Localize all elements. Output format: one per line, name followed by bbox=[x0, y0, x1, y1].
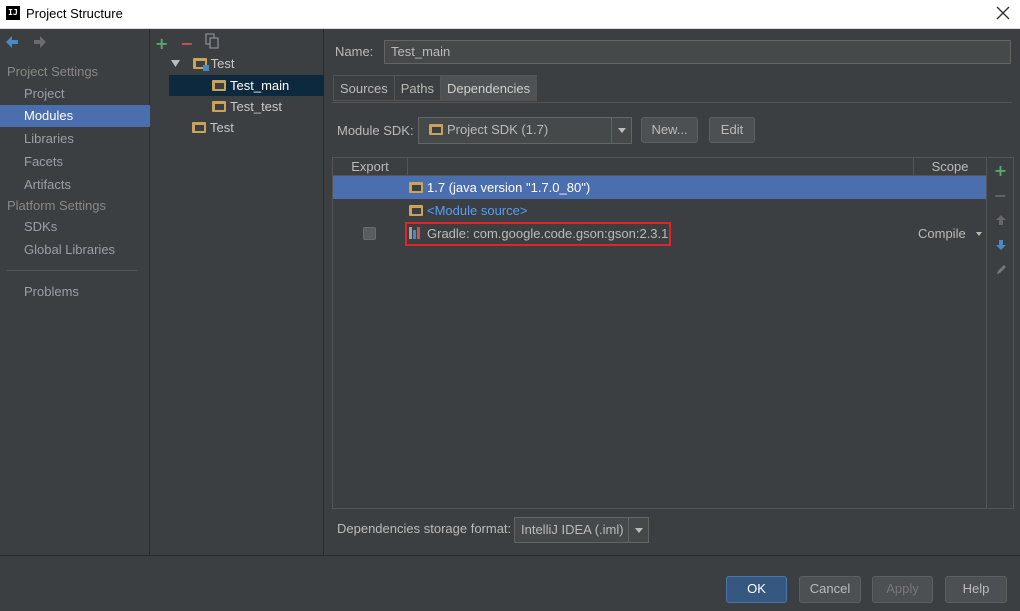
tree-node-label: Test_test bbox=[230, 99, 283, 114]
close-icon[interactable] bbox=[994, 4, 1012, 22]
export-checkbox[interactable] bbox=[363, 227, 376, 240]
nav-divider bbox=[7, 270, 137, 271]
jdk-folder-icon bbox=[409, 182, 423, 193]
dependency-name: Gradle: com.google.code.gson:gson:2.3.1 bbox=[427, 226, 669, 241]
ok-button[interactable]: OK bbox=[726, 576, 787, 603]
folder-icon bbox=[192, 122, 206, 133]
nav-item-libraries[interactable]: Libraries bbox=[0, 128, 150, 150]
dependency-cell: Gradle: com.google.code.gson:gson:2.3.1 bbox=[409, 222, 668, 245]
tree-node-test-root[interactable]: Test bbox=[171, 53, 234, 74]
window-title: Project Structure bbox=[26, 6, 123, 21]
edit-pencil-icon[interactable] bbox=[988, 258, 1013, 283]
tree-node-label: Test bbox=[210, 120, 234, 135]
tree-node-test[interactable]: Test bbox=[192, 117, 234, 138]
tabs-underline bbox=[333, 102, 1012, 103]
section-project-settings: Project Settings bbox=[7, 64, 99, 79]
help-button[interactable]: Help bbox=[945, 576, 1007, 603]
tab-dependencies[interactable]: Dependencies bbox=[439, 75, 538, 101]
scope-chevron-down-icon[interactable] bbox=[976, 232, 982, 236]
dependency-name: 1.7 (java version "1.7.0_80") bbox=[427, 180, 591, 195]
nav-arrows bbox=[4, 35, 56, 55]
nav-item-global-libraries[interactable]: Global Libraries bbox=[0, 239, 150, 261]
nav-item-artifacts[interactable]: Artifacts bbox=[0, 174, 150, 196]
source-folder-icon bbox=[212, 80, 226, 91]
tree-node-test-main[interactable]: Test_main bbox=[169, 75, 324, 96]
dialog-footer: OK Cancel Apply Help bbox=[0, 555, 1020, 611]
scope-select[interactable]: Compile bbox=[918, 222, 966, 245]
tab-sources[interactable]: Sources bbox=[333, 75, 395, 101]
table-header: Export Scope bbox=[333, 158, 986, 176]
forward-arrow-icon[interactable] bbox=[32, 35, 50, 51]
module-folder-icon bbox=[192, 58, 209, 71]
tab-paths[interactable]: Paths bbox=[393, 75, 441, 101]
module-tabs: Sources Paths Dependencies bbox=[333, 75, 538, 102]
title-bar: IJ Project Structure bbox=[0, 0, 1020, 29]
source-folder-icon bbox=[212, 101, 226, 112]
module-sdk-label: Module SDK: bbox=[337, 123, 414, 138]
dependency-cell: <Module source> bbox=[409, 199, 527, 222]
move-up-icon[interactable] bbox=[988, 208, 1013, 233]
copy-icon[interactable] bbox=[205, 33, 219, 53]
nav-item-facets[interactable]: Facets bbox=[0, 151, 150, 173]
section-platform-settings: Platform Settings bbox=[7, 198, 106, 213]
library-icon bbox=[409, 227, 423, 239]
table-row-gradle-gson[interactable]: Gradle: com.google.code.gson:gson:2.3.1 … bbox=[333, 222, 986, 246]
tree-node-label: Test_main bbox=[230, 78, 290, 93]
dependency-cell: 1.7 (java version "1.7.0_80") bbox=[409, 176, 590, 199]
module-sdk-select[interactable]: Project SDK (1.7) bbox=[418, 117, 632, 144]
move-down-icon[interactable] bbox=[988, 233, 1013, 258]
intellij-app-icon: IJ bbox=[6, 6, 20, 20]
module-name-field[interactable]: Test_main bbox=[384, 40, 1011, 64]
dependencies-table: Export Scope 1.7 (java version "1.7.0_80… bbox=[332, 157, 987, 509]
nav-item-modules[interactable]: Modules bbox=[0, 105, 150, 127]
nav-item-project[interactable]: Project bbox=[0, 83, 150, 105]
apply-button[interactable]: Apply bbox=[872, 576, 933, 603]
dependency-toolbar: + − bbox=[988, 157, 1014, 509]
nav-item-sdks[interactable]: SDKs bbox=[0, 216, 150, 238]
sdk-folder-icon bbox=[429, 124, 443, 135]
dependency-name: <Module source> bbox=[427, 203, 528, 218]
tree-node-test-test[interactable]: Test_test bbox=[212, 96, 282, 117]
chevron-down-icon[interactable] bbox=[628, 518, 648, 542]
back-arrow-icon[interactable] bbox=[4, 35, 22, 51]
storage-format-label: Dependencies storage format: bbox=[337, 521, 512, 536]
new-sdk-button[interactable]: New... bbox=[641, 117, 698, 143]
table-row-jdk[interactable]: 1.7 (java version "1.7.0_80") bbox=[333, 176, 986, 199]
storage-format-select[interactable]: IntelliJ IDEA (.iml) bbox=[514, 517, 649, 543]
tree-node-label: Test bbox=[210, 56, 235, 71]
edit-sdk-button[interactable]: Edit bbox=[709, 117, 755, 143]
settings-nav: Project Settings Project Modules Librari… bbox=[0, 29, 150, 555]
tree-toolbar: + − bbox=[155, 33, 227, 53]
nav-item-problems[interactable]: Problems bbox=[0, 281, 150, 303]
module-details-panel: Name: Test_main Sources Paths Dependencies… bbox=[325, 29, 1020, 555]
add-dependency-icon[interactable]: + bbox=[988, 158, 1013, 183]
name-label: Name: bbox=[335, 44, 374, 59]
chevron-down-icon[interactable] bbox=[611, 118, 631, 143]
module-source-folder-icon bbox=[409, 205, 423, 216]
column-header-scope[interactable]: Scope bbox=[913, 158, 986, 176]
remove-icon[interactable]: − bbox=[180, 35, 193, 53]
expand-arrow-icon[interactable] bbox=[171, 53, 181, 74]
add-icon[interactable]: + bbox=[155, 35, 168, 53]
cancel-button[interactable]: Cancel bbox=[799, 576, 861, 603]
storage-format-value: IntelliJ IDEA (.iml) bbox=[521, 522, 624, 537]
remove-dependency-icon[interactable]: − bbox=[988, 183, 1013, 208]
column-header-export[interactable]: Export bbox=[333, 158, 408, 176]
table-row-module-source[interactable]: <Module source> bbox=[333, 199, 986, 222]
module-sdk-value: Project SDK (1.7) bbox=[447, 122, 549, 137]
module-tree-panel: + − Test Test_main Test_test Test bbox=[151, 29, 324, 555]
